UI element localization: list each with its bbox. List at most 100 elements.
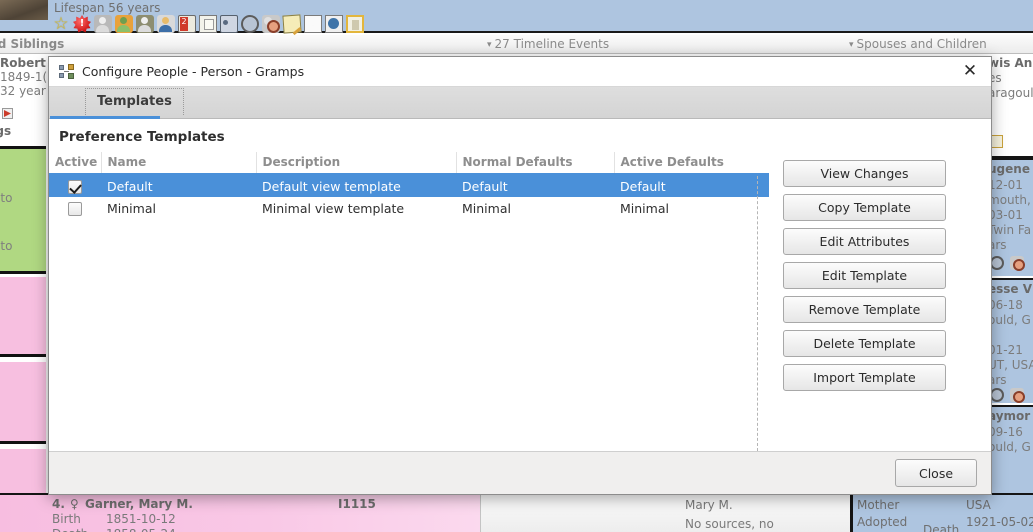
bg-person-name: Robert W bbox=[0, 56, 64, 70]
background-right-column: wis An es aragoul ugene 12-01 mouth, 03-… bbox=[988, 56, 1033, 493]
close-icon[interactable]: ✕ bbox=[957, 61, 983, 83]
background-person-card: Robert W 1849-1( 32 year bbox=[0, 56, 64, 112]
copy-icon[interactable] bbox=[199, 15, 217, 33]
bg-birth-date: 1851-10-12 bbox=[106, 512, 176, 526]
chevron-down-icon: ▾ bbox=[849, 40, 854, 50]
section-label-c: Spouses and Children bbox=[856, 37, 987, 51]
bg-mid-line1: Mary M. bbox=[685, 498, 733, 512]
rc-d2-3: ould, G bbox=[988, 313, 1031, 327]
row-description: Minimal view template bbox=[262, 201, 405, 216]
zoom-icon[interactable] bbox=[990, 388, 1004, 402]
zoom-icon[interactable] bbox=[241, 15, 259, 33]
rc-d4-2: Twin Fa bbox=[988, 223, 1032, 237]
import-template-button[interactable]: Import Template bbox=[783, 364, 946, 391]
dialog-body: Preference Templates Active Name Descrip… bbox=[49, 119, 991, 452]
bg-child-index: 4. bbox=[52, 497, 65, 511]
section-title: Preference Templates bbox=[59, 129, 225, 145]
table-row[interactable]: Minimal Minimal view template Minimal Mi… bbox=[49, 197, 769, 220]
contact-card-icon[interactable] bbox=[220, 15, 238, 33]
column-header-description[interactable]: Description bbox=[256, 152, 457, 175]
bg-siblings-label: blings bbox=[0, 124, 12, 138]
screen: Robert W 1849-1( 32 year blings hip to h… bbox=[0, 0, 1033, 532]
rc-name-1: wis An bbox=[988, 56, 1033, 70]
column-header-active[interactable]: Active bbox=[49, 152, 102, 175]
tab-templates[interactable]: Templates bbox=[50, 88, 184, 119]
alert-badge-icon[interactable] bbox=[73, 15, 91, 33]
dialog-footer: Close bbox=[49, 452, 991, 494]
row-active-defaults: Minimal bbox=[620, 201, 669, 216]
rc-line-1c: aragoul bbox=[988, 86, 1033, 100]
pane-divider[interactable] bbox=[757, 176, 758, 451]
bg-mother-label: Mother bbox=[857, 498, 900, 512]
person-search-icon[interactable] bbox=[1010, 256, 1025, 271]
gender-female-icon: ♀ bbox=[70, 497, 79, 511]
row-name: Default bbox=[101, 174, 256, 197]
tab-templates-label: Templates bbox=[97, 94, 172, 109]
section-header-parents-siblings[interactable]: ts and Siblings bbox=[0, 37, 64, 51]
column-header-normal-defaults[interactable]: Normal Defaults bbox=[456, 152, 615, 175]
row-description: Default view template bbox=[256, 174, 456, 197]
lifespan-label: Lifespan 56 years bbox=[54, 1, 161, 15]
section-header-spouses-children[interactable]: ▾ Spouses and Children bbox=[849, 37, 987, 51]
person-search-icon[interactable] bbox=[262, 15, 280, 33]
row-normal-defaults: Default bbox=[456, 174, 614, 197]
rc-d2-2: mouth, bbox=[988, 193, 1031, 207]
rc-d1-4: 09-16 bbox=[988, 425, 1023, 439]
bg-birth-label: Birth bbox=[52, 512, 81, 526]
copy-template-button[interactable]: Copy Template bbox=[783, 194, 946, 221]
row-active-cell[interactable] bbox=[49, 197, 101, 220]
active-checkbox[interactable] bbox=[68, 179, 82, 194]
rc-name-2: ugene bbox=[988, 162, 1030, 176]
section-label-b: 27 Timeline Events bbox=[494, 37, 610, 51]
rc-d3-2: 03-01 bbox=[988, 208, 1023, 222]
bg-child-name: Garner, Mary M. bbox=[85, 497, 193, 511]
document-icon[interactable] bbox=[346, 15, 364, 33]
section-label-a: ts and Siblings bbox=[0, 37, 65, 51]
tab-active-indicator bbox=[50, 116, 160, 119]
mail-icon[interactable] bbox=[304, 15, 322, 33]
template-actions-panel: View Changes Copy Template Edit Attribut… bbox=[769, 152, 991, 451]
person-blue-icon[interactable] bbox=[157, 15, 175, 33]
row-normal-defaults: Minimal bbox=[462, 201, 511, 216]
section-header-timeline-events[interactable]: ▾ 27 Timeline Events bbox=[487, 37, 609, 51]
edit-attributes-button[interactable]: Edit Attributes bbox=[783, 228, 946, 255]
close-button[interactable]: Close bbox=[895, 459, 977, 487]
dialog-titlebar: Configure People - Person - Gramps ✕ bbox=[49, 57, 991, 87]
globe-icon[interactable] bbox=[325, 15, 343, 33]
column-header-name[interactable]: Name bbox=[101, 152, 257, 175]
person-search-icon[interactable] bbox=[1010, 388, 1025, 403]
row-name: Minimal bbox=[107, 201, 156, 216]
table-header-row: Active Name Description Normal Defaults … bbox=[49, 152, 769, 175]
active-checkbox[interactable] bbox=[68, 202, 82, 217]
edit-template-button[interactable]: Edit Template bbox=[783, 262, 946, 289]
people-group-icon[interactable] bbox=[136, 15, 154, 33]
background-section-bar: ts and Siblings ▾27 Timeline Events ▾Spo… bbox=[0, 35, 1033, 54]
row-active-cell[interactable] bbox=[49, 174, 101, 197]
templates-table: Active Name Description Normal Defaults … bbox=[49, 152, 769, 220]
bg-child-id: I1115 bbox=[338, 497, 376, 511]
bg-adopted-label: Adopted bbox=[857, 515, 908, 529]
remove-template-button[interactable]: Remove Template bbox=[783, 296, 946, 323]
chevron-down-icon: ▾ bbox=[487, 40, 492, 50]
star-icon[interactable]: ☆ bbox=[52, 15, 70, 33]
bg-br-death-date: 1921-05-02 bbox=[966, 515, 1033, 529]
background-toolbar: ☆ bbox=[52, 14, 364, 34]
dialog-title: Configure People - Person - Gramps bbox=[82, 64, 305, 79]
bg-person-dates: 1849-1( bbox=[0, 70, 48, 84]
table-row[interactable]: Default Default view template Default De… bbox=[49, 174, 769, 197]
background-green-panel: hip to hip to bbox=[0, 146, 46, 274]
background-pink-panel-3 bbox=[0, 449, 46, 493]
rc-card-3: esse V 06-18 ould, G 01-21 UT, USA ars bbox=[988, 278, 1033, 403]
note-edit-icon[interactable] bbox=[282, 14, 302, 34]
configure-people-dialog: Configure People - Person - Gramps ✕ Tem… bbox=[48, 56, 992, 495]
background-child-row: 4. ♀ Garner, Mary M. I1115 Birth 1851-10… bbox=[0, 493, 480, 532]
calendar-icon[interactable] bbox=[178, 15, 196, 33]
delete-template-button[interactable]: Delete Template bbox=[783, 330, 946, 357]
person-info-icon[interactable] bbox=[94, 15, 112, 33]
column-header-active-defaults[interactable]: Active Defaults bbox=[614, 152, 769, 175]
bg-country: USA bbox=[966, 498, 991, 512]
rc-card-2: ugene 12-01 mouth, 03-01 Twin Fa ars bbox=[988, 158, 1033, 276]
zoom-icon[interactable] bbox=[990, 256, 1004, 270]
view-changes-button[interactable]: View Changes bbox=[783, 160, 946, 187]
two-people-icon[interactable] bbox=[115, 15, 133, 33]
